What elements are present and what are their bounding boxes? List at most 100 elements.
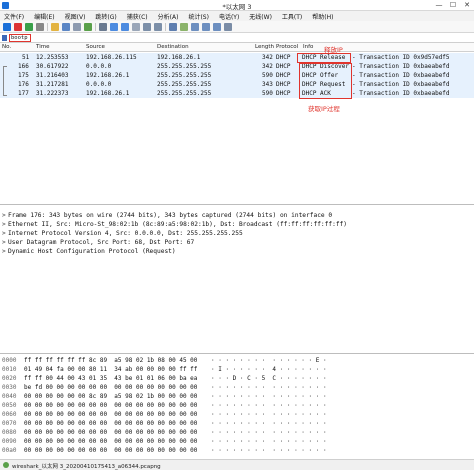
column-protocol[interactable]: Protocol	[276, 44, 298, 50]
menu-edit[interactable]: 编辑(E)	[34, 12, 54, 21]
byte-hex[interactable]: 00 00 00 00 00 00 00 00 00 00 00 00 00 0…	[24, 402, 197, 409]
column-no[interactable]: No.	[2, 44, 11, 50]
open-icon[interactable]	[51, 22, 59, 31]
byte-ascii[interactable]: · · · · · · · · · · · · · · · ·	[211, 438, 327, 445]
column-length[interactable]: Length	[255, 44, 274, 50]
maximize-button[interactable]: ☐	[446, 0, 460, 11]
packet-bytes-pane[interactable]: 0000 ff ff ff ff ff ff 8c 89 a5 98 02 1b …	[0, 355, 474, 459]
byte-hex[interactable]: 00 00 00 00 00 00 00 00 00 00 00 00 00 0…	[24, 447, 197, 454]
byte-hex[interactable]: 00 00 00 00 00 00 00 00 00 00 00 00 00 0…	[24, 438, 197, 445]
cell-source: 192.168.26.1	[86, 90, 130, 97]
goto-icon[interactable]	[132, 22, 140, 31]
restart-icon[interactable]	[25, 22, 33, 31]
cell-protocol: DHCP	[276, 90, 291, 97]
detail-text: Internet Protocol Version 4, Src: 0.0.0.…	[8, 230, 243, 237]
close-button[interactable]: ✕	[460, 0, 474, 11]
byte-hex[interactable]: ff ff 00 44 00 43 01 35 43 be 01 01 06 0…	[24, 375, 197, 382]
menu-capture[interactable]: 捕获(C)	[127, 12, 148, 21]
colorize-icon[interactable]	[180, 22, 188, 31]
byte-hex[interactable]: ff ff ff ff ff ff 8c 89 a5 98 02 1b 08 0…	[24, 357, 197, 364]
cell-destination: 255.255.255.255	[157, 81, 212, 88]
byte-hex[interactable]: 00 00 00 00 00 00 00 00 00 00 00 00 00 0…	[24, 411, 197, 418]
zoom-reset-icon[interactable]	[213, 22, 221, 31]
find-icon[interactable]	[99, 22, 107, 31]
back-icon[interactable]	[110, 22, 118, 31]
table-row[interactable]: 176 31.217281 0.0.0.0 255.255.255.255 34…	[0, 80, 474, 89]
close-file-icon[interactable]	[73, 22, 81, 31]
detail-dhcp[interactable]: > Dynamic Host Configuration Protocol (Re…	[2, 248, 176, 255]
byte-row: 0030 be fd 00 00 00 00 00 00 00 00 00 00 …	[0, 384, 474, 393]
options-icon[interactable]	[36, 22, 44, 31]
byte-hex[interactable]: 00 00 00 00 00 00 00 00 00 00 00 00 00 0…	[24, 429, 197, 436]
byte-offset: 0000	[2, 357, 17, 364]
byte-offset: 0030	[2, 384, 17, 391]
byte-hex[interactable]: be fd 00 00 00 00 00 00 00 00 00 00 00 0…	[24, 384, 197, 391]
byte-ascii[interactable]: · · · · · · · · · · · · · · · ·	[211, 411, 327, 418]
byte-offset: 0080	[2, 429, 17, 436]
menu-analyze[interactable]: 分析(A)	[158, 12, 179, 21]
byte-ascii[interactable]: · · · D · C · 5 C · · · · · · ·	[211, 375, 327, 382]
bookmark-icon[interactable]	[2, 35, 7, 41]
packet-details-pane[interactable]: > Frame 176: 343 bytes on wire (2744 bits…	[0, 206, 474, 354]
byte-ascii[interactable]: · · · · · · · · · · · · · · · ·	[211, 447, 327, 454]
display-filter-input[interactable]: bootp	[9, 34, 31, 42]
cell-destination: 255.255.255.255	[157, 72, 212, 79]
column-source[interactable]: Source	[86, 44, 105, 50]
byte-hex[interactable]: 01 49 04 fa 00 00 80 11 34 ab 00 00 00 0…	[24, 366, 197, 373]
menu-go[interactable]: 跳转(G)	[95, 12, 116, 21]
byte-hex[interactable]: 00 00 00 00 00 00 00 00 00 00 00 00 00 0…	[24, 420, 197, 427]
zoom-out-icon[interactable]	[202, 22, 210, 31]
menu-statistics[interactable]: 统计(S)	[188, 12, 209, 21]
cell-protocol: DHCP	[276, 81, 291, 88]
byte-ascii[interactable]: · · · · · · · · · · · · · · · ·	[211, 402, 327, 409]
cell-length: 590	[262, 90, 273, 97]
forward-icon[interactable]	[121, 22, 129, 31]
byte-ascii[interactable]: · · · · · · · · · · · · · · · ·	[211, 384, 327, 391]
resize-columns-icon[interactable]	[224, 22, 232, 31]
detail-frame[interactable]: > Frame 176: 343 bytes on wire (2744 bits…	[2, 212, 332, 219]
menu-help[interactable]: 帮助(H)	[312, 12, 333, 21]
byte-row: 0010 01 49 04 fa 00 00 80 11 34 ab 00 00 …	[0, 366, 474, 375]
byte-row: 0040 00 00 00 00 00 00 8c 89 a5 98 02 1b …	[0, 393, 474, 402]
reload-icon[interactable]	[84, 22, 92, 31]
byte-ascii[interactable]: · · · · · · · · · · · · · · E ·	[211, 357, 327, 364]
byte-row: 0090 00 00 00 00 00 00 00 00 00 00 00 00 …	[0, 438, 474, 447]
cell-time: 12.253553	[36, 54, 69, 61]
cell-time: 31.217281	[36, 81, 69, 88]
table-row[interactable]: 177 31.222373 192.168.26.1 255.255.255.2…	[0, 89, 474, 98]
byte-ascii[interactable]: · · · · · · · · · · · · · · · ·	[211, 393, 327, 400]
packet-list[interactable]: No. Time Source Destination Length Proto…	[0, 43, 474, 205]
shark-fin-icon[interactable]	[3, 22, 11, 31]
byte-row: 0070 00 00 00 00 00 00 00 00 00 00 00 00 …	[0, 420, 474, 429]
table-row[interactable]: 166 30.617922 0.0.0.0 255.255.255.255 34…	[0, 62, 474, 71]
autoscroll-icon[interactable]	[169, 22, 177, 31]
cell-time: 31.222373	[36, 90, 69, 97]
column-destination[interactable]: Destination	[157, 44, 189, 50]
byte-hex[interactable]: 00 00 00 00 00 00 8c 89 a5 98 02 1b 00 0…	[24, 393, 197, 400]
byte-ascii[interactable]: · · · · · · · · · · · · · · · ·	[211, 420, 327, 427]
menu-wireless[interactable]: 无线(W)	[249, 12, 272, 21]
first-icon[interactable]	[143, 22, 151, 31]
table-row[interactable]: 175 31.216403 192.168.26.1 255.255.255.2…	[0, 71, 474, 80]
save-icon[interactable]	[62, 22, 70, 31]
menu-tools[interactable]: 工具(T)	[282, 12, 302, 21]
menu-view[interactable]: 视图(V)	[65, 12, 86, 21]
cell-length: 343	[262, 81, 273, 88]
menu-telephony[interactable]: 电话(Y)	[219, 12, 239, 21]
last-icon[interactable]	[154, 22, 162, 31]
zoom-in-icon[interactable]	[191, 22, 199, 31]
cell-protocol: DHCP	[276, 63, 291, 70]
menu-file[interactable]: 文件(F)	[4, 12, 24, 21]
byte-ascii[interactable]: · · · · · · · · · · · · · · · ·	[211, 429, 327, 436]
title-bar: *以太网 3 — ☐ ✕	[0, 0, 474, 11]
column-info[interactable]: Info	[303, 44, 313, 50]
detail-ethernet[interactable]: > Ethernet II, Src: Micro-St_98:02:1b (8c…	[2, 221, 347, 228]
byte-offset: 0090	[2, 438, 17, 445]
column-time[interactable]: Time	[36, 44, 49, 50]
stop-icon[interactable]	[14, 22, 22, 31]
detail-udp[interactable]: > User Datagram Protocol, Src Port: 68, D…	[2, 239, 194, 246]
table-row[interactable]: 51 12.253553 192.168.26.115 192.168.26.1…	[0, 53, 474, 62]
detail-ipv4[interactable]: > Internet Protocol Version 4, Src: 0.0.0…	[2, 230, 243, 237]
minimize-button[interactable]: —	[432, 0, 446, 11]
byte-ascii[interactable]: · I · · · · · · 4 · · · · · · ·	[211, 366, 327, 373]
